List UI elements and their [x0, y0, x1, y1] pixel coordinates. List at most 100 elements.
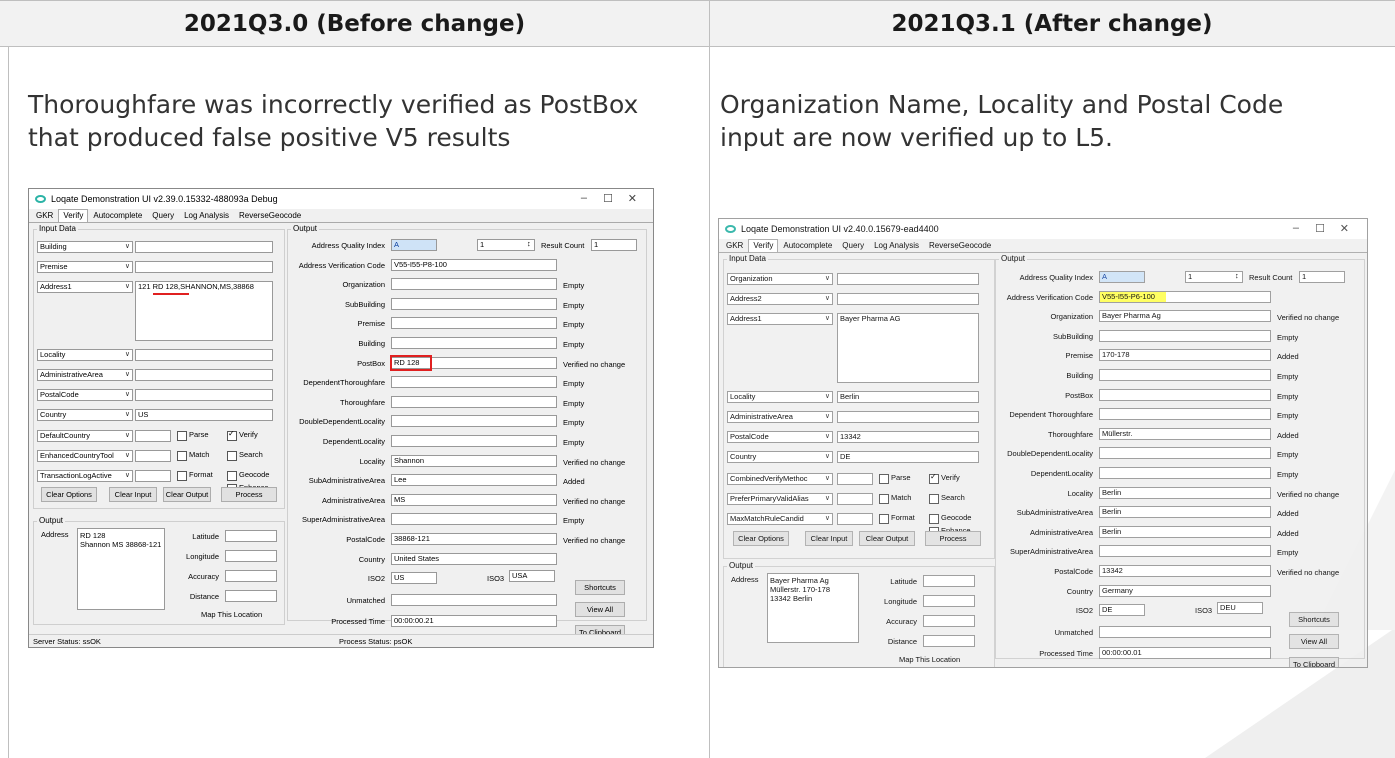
field-type-dropdown[interactable]: Locality: [727, 391, 833, 403]
field-type-dropdown[interactable]: PostalCode: [727, 431, 833, 443]
option-dropdown[interactable]: TransactionLogActive: [37, 470, 133, 482]
tab-autocomplete[interactable]: Autocomplete: [778, 239, 837, 252]
option-value-input[interactable]: [837, 473, 873, 485]
spinner-arrows-icon[interactable]: ↕: [527, 239, 531, 248]
view-all-button[interactable]: View All: [575, 601, 625, 617]
clear-input-button[interactable]: Clear Input: [805, 531, 853, 546]
field-input[interactable]: [837, 411, 979, 423]
option-value-input[interactable]: [135, 430, 171, 442]
checkbox-search[interactable]: Search: [227, 450, 263, 461]
option-value-input[interactable]: [837, 493, 873, 505]
view-all-button[interactable]: View All: [1289, 633, 1339, 649]
geo-input-longitude[interactable]: [923, 595, 975, 607]
tab-verify[interactable]: Verify: [58, 209, 89, 222]
field-type-dropdown[interactable]: Premise: [37, 261, 133, 273]
checkbox-match[interactable]: Match: [177, 450, 209, 461]
tab-query[interactable]: Query: [837, 239, 869, 252]
to-clipboard-button[interactable]: To Clipboard: [1289, 657, 1339, 667]
geo-input-longitude[interactable]: [225, 550, 277, 562]
field-input[interactable]: DE: [837, 451, 979, 463]
row-label-postbox: PostBox: [357, 358, 385, 368]
tab-log-analysis[interactable]: Log Analysis: [179, 209, 234, 222]
clear-output-button[interactable]: Clear Output: [163, 487, 211, 502]
process-button[interactable]: Process: [925, 531, 981, 546]
field-type-dropdown[interactable]: Country: [727, 451, 833, 463]
geo-input-distance[interactable]: [225, 590, 277, 602]
geo-input-latitude[interactable]: [225, 530, 277, 542]
field-type-dropdown[interactable]: Locality: [37, 349, 133, 361]
close-icon[interactable]: ✕: [1340, 222, 1349, 235]
field-input[interactable]: [135, 369, 273, 381]
minimize-icon[interactable]: –: [581, 192, 587, 204]
checkbox-format[interactable]: Format: [879, 513, 915, 524]
checkbox-parse[interactable]: Parse: [177, 430, 209, 441]
option-dropdown[interactable]: PreferPrimaryValidAlias: [727, 493, 833, 505]
tab-reversegeocode[interactable]: ReverseGeocode: [924, 239, 996, 252]
map-this-location-link[interactable]: Map This Location: [201, 610, 262, 619]
field-input[interactable]: Berlin: [837, 391, 979, 403]
tab-reversegeocode[interactable]: ReverseGeocode: [234, 209, 306, 222]
clear-output-button[interactable]: Clear Output: [859, 531, 915, 546]
option-dropdown[interactable]: EnhancedCountryTool: [37, 450, 133, 462]
maximize-icon[interactable]: ☐: [1315, 222, 1325, 235]
option-dropdown[interactable]: DefaultCountry: [37, 430, 133, 442]
window-title: Loqate Demonstration UI v2.39.0.15332-48…: [51, 194, 278, 204]
field-input[interactable]: 13342: [837, 431, 979, 443]
field-type-dropdown[interactable]: Building: [37, 241, 133, 253]
field-type-dropdown[interactable]: Address1: [727, 313, 833, 325]
option-dropdown[interactable]: MaxMatchRuleCandid: [727, 513, 833, 525]
field-type-dropdown[interactable]: AdministrativeArea: [37, 369, 133, 381]
checkbox-verify[interactable]: Verify: [929, 472, 960, 484]
close-icon[interactable]: ✕: [628, 192, 637, 205]
field-type-dropdown[interactable]: AdministrativeArea: [727, 411, 833, 423]
checkbox-parse[interactable]: Parse: [879, 473, 911, 484]
geo-input-distance[interactable]: [923, 635, 975, 647]
field-type-dropdown[interactable]: PostalCode: [37, 389, 133, 401]
clear-options-button[interactable]: Clear Options: [733, 531, 789, 546]
option-value-input[interactable]: [135, 450, 171, 462]
shortcuts-button[interactable]: Shortcuts: [575, 580, 625, 596]
field-type-dropdown[interactable]: Address1: [37, 281, 133, 293]
iso2-label: ISO2: [367, 574, 385, 584]
field-type-dropdown[interactable]: Address2: [727, 293, 833, 305]
tab-gkr[interactable]: GKR: [31, 209, 58, 222]
window-title: Loqate Demonstration UI v2.40.0.15679-ea…: [741, 224, 939, 234]
tab-verify[interactable]: Verify: [748, 239, 779, 252]
process-button[interactable]: Process: [221, 487, 277, 502]
field-type-dropdown[interactable]: Organization: [727, 273, 833, 285]
option-value-input[interactable]: [135, 470, 171, 482]
checkbox-match[interactable]: Match: [879, 493, 911, 504]
field-input[interactable]: US: [135, 409, 273, 421]
tab-autocomplete[interactable]: Autocomplete: [88, 209, 147, 222]
field-input[interactable]: [135, 241, 273, 253]
geo-input-latitude[interactable]: [923, 575, 975, 587]
avc-label: Address Verification Code: [298, 260, 385, 270]
checkbox-geocode[interactable]: Geocode: [227, 470, 269, 481]
field-type-dropdown[interactable]: Country: [37, 409, 133, 421]
checkbox-verify[interactable]: Verify: [227, 429, 258, 441]
clear-options-button[interactable]: Clear Options: [41, 487, 97, 502]
tab-query[interactable]: Query: [147, 209, 179, 222]
spinner-arrows-icon[interactable]: ↕: [1235, 271, 1239, 280]
field-input[interactable]: [135, 349, 273, 361]
address1-textarea[interactable]: Bayer Pharma AG: [837, 313, 979, 383]
tab-gkr[interactable]: GKR: [721, 239, 748, 252]
checkbox-geocode[interactable]: Geocode: [929, 513, 971, 524]
minimize-icon[interactable]: –: [1293, 222, 1299, 234]
geo-input-accuracy[interactable]: [225, 570, 277, 582]
field-input[interactable]: [135, 261, 273, 273]
field-input[interactable]: [135, 389, 273, 401]
address1-textarea[interactable]: 121 RD 128,SHANNON,MS,38868: [135, 281, 273, 341]
maximize-icon[interactable]: ☐: [603, 192, 613, 205]
tab-log-analysis[interactable]: Log Analysis: [869, 239, 924, 252]
checkbox-format[interactable]: Format: [177, 470, 213, 481]
option-dropdown[interactable]: CombinedVerifyMethoc: [727, 473, 833, 485]
checkbox-search[interactable]: Search: [929, 493, 965, 504]
clear-input-button[interactable]: Clear Input: [109, 487, 157, 502]
field-input[interactable]: [837, 273, 979, 285]
option-value-input[interactable]: [837, 513, 873, 525]
geo-input-accuracy[interactable]: [923, 615, 975, 627]
shortcuts-button[interactable]: Shortcuts: [1289, 612, 1339, 628]
field-input[interactable]: [837, 293, 979, 305]
map-this-location-link[interactable]: Map This Location: [899, 655, 960, 664]
